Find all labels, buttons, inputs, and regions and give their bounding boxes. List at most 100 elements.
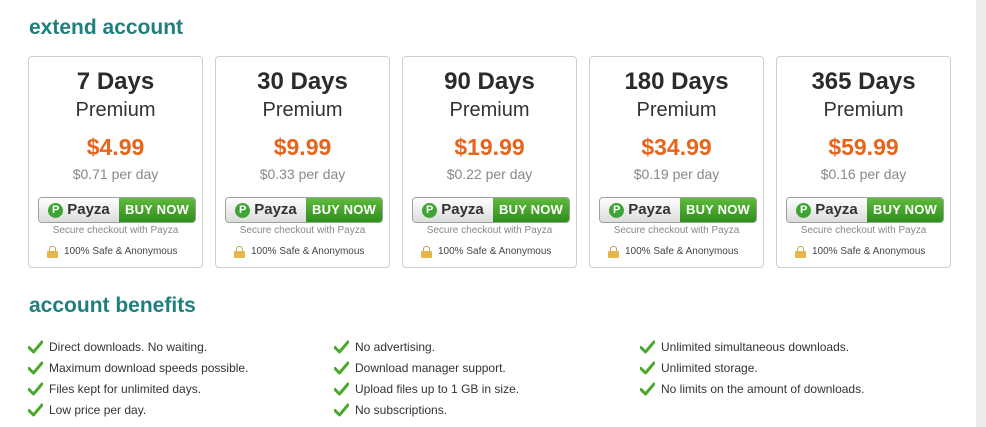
plan-tier: Premium (262, 99, 343, 121)
plan-card-180-days: 180 Days Premium $34.99 $0.19 per day P … (589, 56, 764, 268)
plan-duration: 180 Days (624, 68, 729, 95)
check-icon (28, 340, 43, 353)
plan-per-day: $0.19 per day (633, 166, 720, 182)
payza-buy-now-button[interactable]: P Payza BUY NOW (599, 197, 757, 223)
benefit-item: Download manager support. (334, 357, 519, 378)
payza-brand-label: Payza (815, 201, 858, 218)
buy-now-label: BUY NOW (680, 198, 756, 222)
plan-per-day: $0.16 per day (820, 166, 907, 182)
check-icon (28, 382, 43, 395)
account-benefits-heading: account benefits (29, 294, 196, 317)
plan-card-365-days: 365 Days Premium $59.99 $0.16 per day P … (776, 56, 951, 268)
benefit-text: Unlimited simultaneous downloads. (661, 339, 850, 354)
payza-brand: P Payza (413, 198, 493, 222)
plan-card-30-days: 30 Days Premium $9.99 $0.33 per day P Pa… (215, 56, 390, 268)
benefit-text: Files kept for unlimited days. (49, 381, 202, 396)
safe-anonymous-label: 100% Safe & Anonymous (438, 246, 552, 257)
benefit-text: Upload files up to 1 GB in size. (355, 381, 520, 396)
safe-anonymous-row: 100% Safe & Anonymous (47, 246, 177, 258)
payza-brand-label: Payza (441, 201, 484, 218)
buy-now-label: BUY NOW (119, 198, 195, 222)
plan-duration: 90 Days (444, 68, 535, 95)
benefit-item: Low price per day. (28, 399, 248, 420)
payza-brand: P Payza (600, 198, 680, 222)
benefit-item: Files kept for unlimited days. (28, 378, 248, 399)
payza-brand-label: Payza (67, 201, 110, 218)
lock-icon (234, 246, 245, 258)
check-icon (640, 382, 655, 395)
plan-price: $59.99 (828, 134, 899, 160)
benefits-column-3: Unlimited simultaneous downloads. Unlimi… (640, 336, 864, 399)
plan-per-day: $0.71 per day (72, 166, 159, 182)
secure-checkout-note: Secure checkout with Payza (52, 225, 179, 236)
plan-tier: Premium (75, 99, 156, 121)
check-icon (28, 361, 43, 374)
plan-price: $19.99 (454, 134, 525, 160)
benefit-item: No limits on the amount of downloads. (640, 378, 864, 399)
plan-card-90-days: 90 Days Premium $19.99 $0.22 per day P P… (402, 56, 577, 268)
check-icon (334, 382, 349, 395)
plan-price: $34.99 (641, 134, 712, 160)
payza-buy-now-button[interactable]: P Payza BUY NOW (412, 197, 570, 223)
plan-per-day: $0.33 per day (259, 166, 346, 182)
safe-anonymous-row: 100% Safe & Anonymous (795, 246, 925, 258)
benefits-column-2: No advertising. Download manager support… (334, 336, 519, 420)
plan-price: $9.99 (273, 134, 332, 160)
benefit-text: Direct downloads. No waiting. (49, 339, 208, 354)
payza-buy-now-button[interactable]: P Payza BUY NOW (786, 197, 944, 223)
benefit-item: Unlimited storage. (640, 357, 864, 378)
extend-account-heading: extend account (29, 16, 184, 39)
lock-icon (608, 246, 619, 258)
buy-now-label: BUY NOW (306, 198, 382, 222)
check-icon (28, 403, 43, 416)
plan-tier: Premium (636, 99, 717, 121)
buy-now-label: BUY NOW (493, 198, 569, 222)
payza-brand: P Payza (226, 198, 306, 222)
payza-brand-label: Payza (254, 201, 297, 218)
plan-per-day: $0.22 per day (446, 166, 533, 182)
benefit-item: Upload files up to 1 GB in size. (334, 378, 519, 399)
payza-buy-now-button[interactable]: P Payza BUY NOW (38, 197, 196, 223)
payza-logo-icon: P (796, 202, 812, 218)
lock-icon (421, 246, 432, 258)
secure-checkout-note: Secure checkout with Payza (426, 225, 553, 236)
payza-brand-label: Payza (628, 201, 671, 218)
plan-duration: 365 Days (811, 68, 916, 95)
content-panel: extend account 7 Days Premium $4.99 $0.7… (0, 0, 976, 427)
buy-now-label: BUY NOW (867, 198, 943, 222)
check-icon (640, 340, 655, 353)
benefit-text: Unlimited storage. (661, 360, 758, 375)
secure-checkout-note: Secure checkout with Payza (239, 225, 366, 236)
secure-checkout-note: Secure checkout with Payza (800, 225, 927, 236)
safe-anonymous-row: 100% Safe & Anonymous (608, 246, 738, 258)
plan-tier: Premium (449, 99, 530, 121)
check-icon (334, 403, 349, 416)
payza-buy-now-button[interactable]: P Payza BUY NOW (225, 197, 383, 223)
payza-brand: P Payza (787, 198, 867, 222)
safe-anonymous-row: 100% Safe & Anonymous (421, 246, 551, 258)
secure-checkout-note: Secure checkout with Payza (613, 225, 740, 236)
payza-brand: P Payza (39, 198, 119, 222)
benefit-item: No subscriptions. (334, 399, 519, 420)
plan-duration: 7 Days (76, 68, 155, 95)
benefit-item: No advertising. (334, 336, 519, 357)
benefit-item: Direct downloads. No waiting. (28, 336, 248, 357)
payza-logo-icon: P (48, 202, 64, 218)
payza-logo-icon: P (422, 202, 438, 218)
lock-icon (47, 246, 58, 258)
benefits-column-1: Direct downloads. No waiting. Maximum do… (28, 336, 248, 420)
benefit-text: Maximum download speeds possible. (49, 360, 249, 375)
payza-logo-icon: P (609, 202, 625, 218)
benefit-text: No subscriptions. (355, 402, 448, 417)
benefit-text: No advertising. (355, 339, 436, 354)
safe-anonymous-label: 100% Safe & Anonymous (812, 246, 926, 257)
plan-price: $4.99 (86, 134, 145, 160)
plan-tier: Premium (823, 99, 904, 121)
lock-icon (795, 246, 806, 258)
check-icon (334, 340, 349, 353)
benefit-text: Low price per day. (49, 402, 147, 417)
check-icon (334, 361, 349, 374)
benefit-text: No limits on the amount of downloads. (661, 381, 865, 396)
plan-duration: 30 Days (257, 68, 348, 95)
safe-anonymous-label: 100% Safe & Anonymous (625, 246, 739, 257)
